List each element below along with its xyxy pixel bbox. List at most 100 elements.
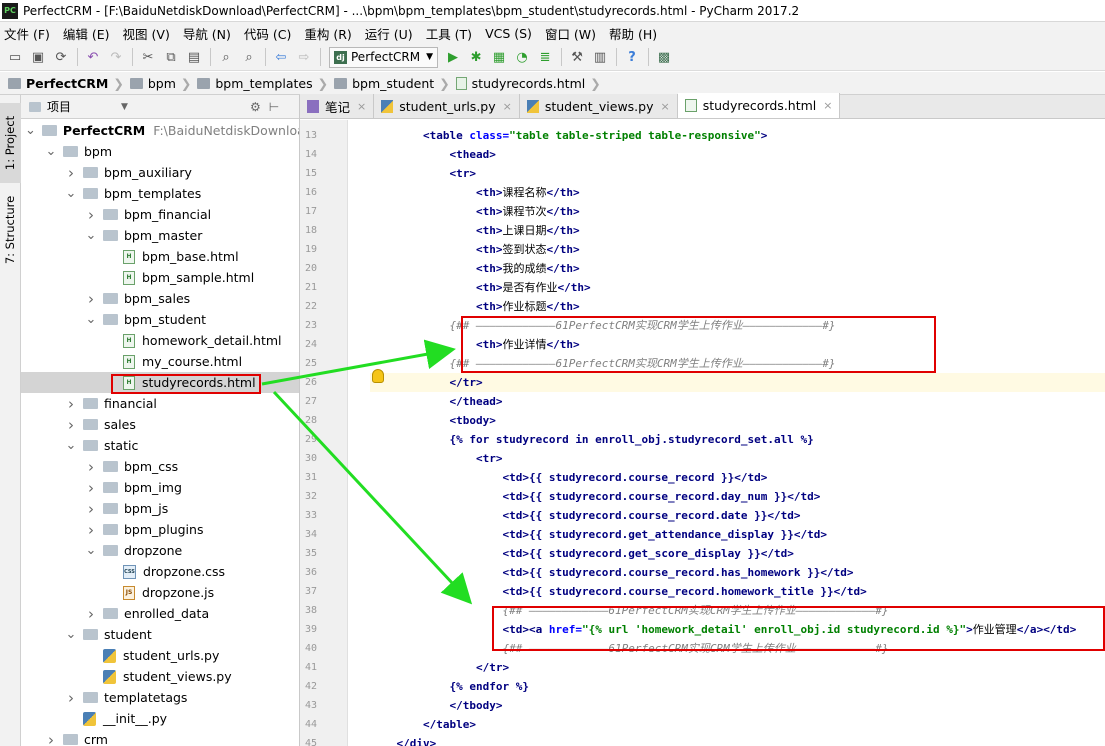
paste-icon[interactable]: ▤ [183, 46, 205, 68]
chevron-right-icon[interactable]: › [85, 605, 97, 623]
code-line[interactable]: <th>我的成绩</th> [370, 259, 1105, 278]
save-icon[interactable]: ▣ [27, 46, 49, 68]
coverage-icon[interactable]: ▦ [488, 46, 510, 68]
code-line[interactable]: </div> [370, 734, 1105, 746]
tree-item-bpm-img[interactable]: › bpm_img [21, 477, 299, 498]
copy-icon[interactable]: ⧉ [160, 46, 182, 68]
hide-panel-icon[interactable]: ⊢ [269, 100, 279, 114]
breadcrumb-item[interactable]: bpm [129, 76, 176, 91]
chevron-right-icon[interactable]: › [65, 164, 77, 182]
run-configuration-select[interactable]: dj PerfectCRM ▼ [329, 46, 439, 68]
code-line[interactable]: <td>{{ studyrecord.course_record.day_num… [370, 487, 1105, 506]
menu-item[interactable]: 代码 (C) [244, 24, 291, 43]
chevron-down-icon[interactable]: ⌄ [25, 123, 36, 138]
menu-item[interactable]: 导航 (N) [183, 24, 231, 43]
code-line[interactable]: <th>作业标题</th> [370, 297, 1105, 316]
tree-item-dropzone-js[interactable]: JS dropzone.js [21, 582, 299, 603]
chevron-down-icon[interactable]: ⌄ [85, 228, 97, 243]
menu-item[interactable]: 视图 (V) [123, 24, 170, 43]
code-line[interactable]: <th>课程名称</th> [370, 183, 1105, 202]
code-line[interactable]: </thead> [370, 392, 1105, 411]
tab-project[interactable]: 1: Project [0, 103, 21, 183]
chevron-down-icon[interactable]: ⌄ [65, 438, 77, 453]
breadcrumb-item[interactable]: bpm_templates [197, 76, 313, 91]
tree-item-perfectcrm[interactable]: ⌄ PerfectCRM F:\BaiduNetdiskDownload\ [21, 120, 299, 141]
tree-item-bpm-css[interactable]: › bpm_css [21, 456, 299, 477]
tree-item-student-views-py[interactable]: student_views.py [21, 666, 299, 687]
code-line[interactable]: {% for studyrecord in enroll_obj.studyre… [370, 430, 1105, 449]
redo-icon[interactable]: ↷ [105, 46, 127, 68]
debug-icon[interactable]: ✱ [465, 46, 487, 68]
menu-item[interactable]: 运行 (U) [365, 24, 413, 43]
cut-icon[interactable]: ✂ [137, 46, 159, 68]
profile-icon[interactable]: ◔ [511, 46, 533, 68]
tree-item-my-course-html[interactable]: Hmy_course.html [21, 351, 299, 372]
code-line[interactable]: <thead> [370, 145, 1105, 164]
forward-icon[interactable]: ⇨ [293, 46, 315, 68]
settings-wrench-icon[interactable]: ⚒ [566, 46, 588, 68]
code-line[interactable]: {% endfor %} [370, 677, 1105, 696]
code-line[interactable]: <tbody> [370, 411, 1105, 430]
code-line[interactable]: </tbody> [370, 696, 1105, 715]
close-icon[interactable]: × [660, 100, 669, 113]
chevron-down-icon[interactable]: ▼ [121, 102, 128, 112]
code-line[interactable]: <td>{{ studyrecord.course_record.has_hom… [370, 563, 1105, 582]
tree-item-financial[interactable]: › financial [21, 393, 299, 414]
chevron-right-icon[interactable]: › [45, 731, 57, 746]
find-icon[interactable]: ⌕ [215, 46, 237, 68]
chevron-right-icon[interactable]: › [85, 206, 97, 224]
chevron-down-icon[interactable]: ⌄ [65, 186, 77, 201]
code-line[interactable]: <td>{{ studyrecord.get_attendance_displa… [370, 525, 1105, 544]
menu-item[interactable]: 编辑 (E) [63, 24, 110, 43]
tab--[interactable]: 笔记 × [300, 94, 375, 118]
tree-item-crm[interactable]: › crm [21, 729, 299, 746]
close-icon[interactable]: × [823, 99, 832, 112]
tree-item-dropzone-css[interactable]: CSS dropzone.css [21, 561, 299, 582]
menu-item[interactable]: 工具 (T) [426, 24, 472, 43]
help-icon[interactable]: ? [621, 46, 643, 68]
chevron-right-icon[interactable]: › [65, 416, 77, 434]
tree-item-enrolled-data[interactable]: › enrolled_data [21, 603, 299, 624]
intention-bulb-icon[interactable] [372, 369, 384, 383]
tree-item-bpm-js[interactable]: › bpm_js [21, 498, 299, 519]
chevron-right-icon[interactable]: › [65, 395, 77, 413]
breadcrumb-item[interactable]: studyrecords.html [455, 76, 585, 91]
code-line[interactable]: <table class="table table-striped table-… [370, 126, 1105, 145]
sync-icon[interactable]: ⟳ [50, 46, 72, 68]
tree-item-bpm-student[interactable]: ⌄ bpm_student [21, 309, 299, 330]
menu-item[interactable]: 文件 (F) [4, 24, 50, 43]
tree-item-student-urls-py[interactable]: student_urls.py [21, 645, 299, 666]
project-view-title[interactable]: 项目 [47, 98, 71, 115]
chevron-right-icon[interactable]: › [85, 479, 97, 497]
undo-icon[interactable]: ↶ [82, 46, 104, 68]
code-line[interactable]: </tr> [370, 658, 1105, 677]
close-icon[interactable]: × [357, 100, 366, 113]
tree-item-bpm-auxiliary[interactable]: › bpm_auxiliary [21, 162, 299, 183]
gear-icon[interactable]: ⚙ [250, 100, 261, 114]
tab-structure[interactable]: 7: Structure [0, 190, 21, 270]
code-line[interactable]: </table> [370, 715, 1105, 734]
chevron-down-icon[interactable]: ⌄ [45, 144, 57, 159]
code-line[interactable]: </tr> [370, 373, 1105, 392]
tree-item-student[interactable]: ⌄ student [21, 624, 299, 645]
tree-item-bpm-templates[interactable]: ⌄ bpm_templates [21, 183, 299, 204]
concurrency-icon[interactable]: ≣ [534, 46, 556, 68]
code-line[interactable]: <tr> [370, 449, 1105, 468]
open-folder-icon[interactable]: ▭ [4, 46, 26, 68]
chevron-right-icon[interactable]: › [85, 500, 97, 518]
tree-item-homework-detail-html[interactable]: Hhomework_detail.html [21, 330, 299, 351]
code-line[interactable]: <td>{{ studyrecord.course_record.date }}… [370, 506, 1105, 525]
back-icon[interactable]: ⇦ [270, 46, 292, 68]
tree-item-bpm[interactable]: ⌄ bpm [21, 141, 299, 162]
tree-item-static[interactable]: ⌄ static [21, 435, 299, 456]
breadcrumb-item[interactable]: bpm_student [334, 76, 434, 91]
tree-item-bpm-plugins[interactable]: › bpm_plugins [21, 519, 299, 540]
menu-item[interactable]: VCS (S) [485, 26, 532, 41]
code-line[interactable]: <tr> [370, 164, 1105, 183]
menu-item[interactable]: 窗口 (W) [545, 24, 596, 43]
tab-studyrecords-html[interactable]: studyrecords.html × [677, 93, 841, 118]
code-editor[interactable]: <table class="table table-striped table-… [370, 120, 1105, 746]
tree-item-bpm-base-html[interactable]: Hbpm_base.html [21, 246, 299, 267]
menu-item[interactable]: 帮助 (H) [609, 24, 657, 43]
tree-item-bpm-sales[interactable]: › bpm_sales [21, 288, 299, 309]
